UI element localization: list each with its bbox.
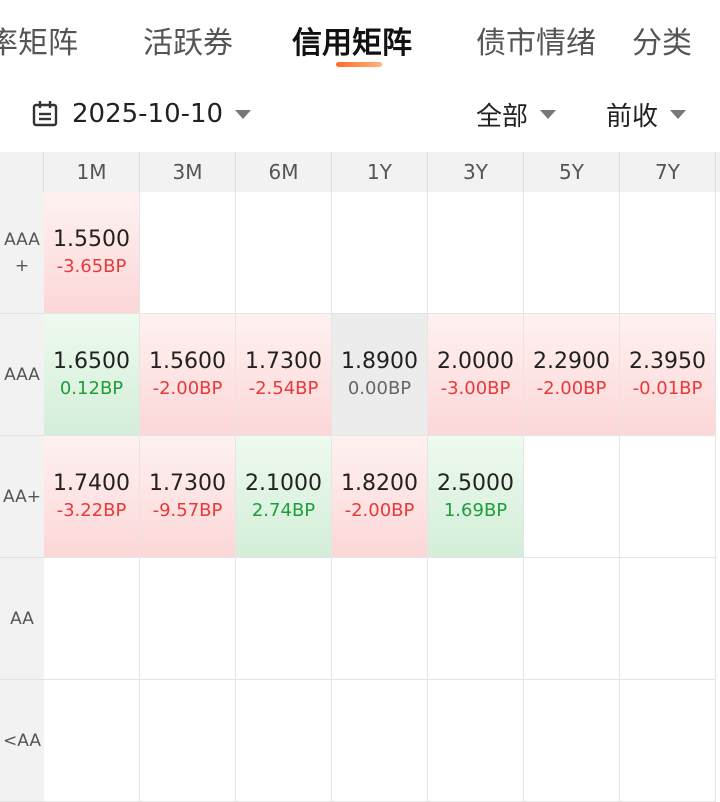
yield-change: 0.12BP: [59, 377, 124, 399]
yield-value: 1.7300: [149, 470, 226, 496]
yield-change: -3.65BP: [56, 255, 127, 277]
column-header-1y: 1Y: [332, 152, 428, 192]
matrix-cell[interactable]: 1.8200 -2.00BP: [332, 436, 428, 558]
column-header-3m: 3M: [140, 152, 236, 192]
matrix-cell[interactable]: 2.0000 -3.00BP: [428, 314, 524, 436]
yield-change: 1.69BP: [443, 499, 508, 521]
matrix-cell[interactable]: 2.3950 -0.01BP: [620, 314, 716, 436]
yield-value: 1.7300: [245, 348, 322, 374]
matrix-cell-empty: [140, 558, 236, 680]
compare-filter-label: 前收: [606, 101, 659, 132]
yield-change: 2.74BP: [251, 499, 316, 521]
matrix-cell-empty: [332, 680, 428, 802]
matrix-cell[interactable]: 2.1000 2.74BP: [236, 436, 332, 558]
matrix-cell-empty: [428, 192, 524, 314]
column-header-7y: 7Y: [620, 152, 716, 192]
matrix-cell-empty: [524, 436, 620, 558]
active-tab-indicator: [336, 62, 382, 67]
yield-change: -2.00BP: [344, 499, 415, 521]
calendar-icon: [30, 99, 60, 129]
compare-filter[interactable]: 前收: [606, 94, 687, 134]
matrix-cell-empty: [620, 192, 716, 314]
column-header-1m: 1M: [44, 152, 140, 192]
matrix-cell-empty: [620, 558, 716, 680]
yield-value: 1.5600: [149, 348, 226, 374]
matrix-cell-empty: [620, 436, 716, 558]
row-label: AAA: [0, 314, 44, 436]
matrix-cell[interactable]: 1.7400 -3.22BP: [44, 436, 140, 558]
matrix-cell-empty: [524, 680, 620, 802]
row-label: <AA: [0, 680, 44, 802]
matrix-cell-empty: [140, 680, 236, 802]
tab-bar: 率矩阵 活跃券 信用矩阵 债市情绪 分类: [0, 0, 720, 80]
yield-change: 0.00BP: [347, 377, 412, 399]
scope-filter[interactable]: 全部: [476, 94, 557, 134]
tab-rate-matrix[interactable]: 率矩阵: [0, 18, 78, 62]
yield-change: -3.22BP: [56, 499, 127, 521]
matrix-cell[interactable]: 1.8900 0.00BP: [332, 314, 428, 436]
toolbar: 2025-10-10 全部 前收: [0, 80, 720, 152]
tab-active-bonds[interactable]: 活跃券: [143, 18, 233, 62]
yield-value: 2.2900: [533, 348, 610, 374]
matrix-cell[interactable]: 2.2900 -2.00BP: [524, 314, 620, 436]
date-value: 2025-10-10: [72, 99, 224, 129]
matrix-cell[interactable]: 1.5500 -3.65BP: [44, 192, 140, 314]
scope-filter-label: 全部: [476, 101, 529, 132]
tab-credit-matrix[interactable]: 信用矩阵: [292, 18, 412, 62]
row-label: AA+: [0, 436, 44, 558]
yield-value: 2.1000: [245, 470, 322, 496]
yield-value: 2.5000: [437, 470, 514, 496]
matrix-cell[interactable]: 1.7300 -2.54BP: [236, 314, 332, 436]
matrix-header-row: 1M 3M 6M 1Y 3Y 5Y 7Y: [0, 152, 720, 192]
yield-value: 1.5500: [53, 226, 130, 252]
matrix-cell-empty: [620, 680, 716, 802]
matrix-cell-empty: [428, 558, 524, 680]
row-label: AA: [0, 558, 44, 680]
column-header-5y: 5Y: [524, 152, 620, 192]
matrix-cell-empty: [44, 558, 140, 680]
yield-change: -9.57BP: [152, 499, 223, 521]
matrix-cell[interactable]: 1.6500 0.12BP: [44, 314, 140, 436]
matrix-cell-empty: [236, 192, 332, 314]
yield-change: -0.01BP: [632, 377, 703, 399]
matrix-cell-empty: [428, 680, 524, 802]
column-header-6m: 6M: [236, 152, 332, 192]
yield-change: -3.00BP: [440, 377, 511, 399]
yield-change: -2.00BP: [536, 377, 607, 399]
yield-value: 1.8900: [341, 348, 418, 374]
chevron-down-icon: [670, 109, 687, 119]
matrix-cell-empty: [332, 558, 428, 680]
tab-category[interactable]: 分类: [632, 18, 692, 62]
matrix-corner: [0, 152, 44, 192]
chevron-down-icon: [235, 109, 252, 119]
yield-value: 1.7400: [53, 470, 130, 496]
yield-value: 2.0000: [437, 348, 514, 374]
chevron-down-icon: [540, 109, 557, 119]
tab-bond-sentiment[interactable]: 债市情绪: [476, 18, 596, 62]
matrix-cell-empty: [524, 192, 620, 314]
yield-change: -2.54BP: [248, 377, 319, 399]
row-label: AAA +: [0, 192, 44, 314]
matrix-cell[interactable]: 1.5600 -2.00BP: [140, 314, 236, 436]
yield-value: 2.3950: [629, 348, 706, 374]
matrix-cell[interactable]: 2.5000 1.69BP: [428, 436, 524, 558]
yield-value: 1.6500: [53, 348, 130, 374]
matrix-cell-empty: [236, 680, 332, 802]
yield-change: -2.00BP: [152, 377, 223, 399]
column-header-3y: 3Y: [428, 152, 524, 192]
matrix-cell-empty: [524, 558, 620, 680]
matrix-cell-empty: [140, 192, 236, 314]
matrix-cell-empty: [44, 680, 140, 802]
matrix-cell-empty: [332, 192, 428, 314]
matrix-cell-empty: [236, 558, 332, 680]
date-picker[interactable]: 2025-10-10: [30, 94, 252, 134]
matrix-cell[interactable]: 1.7300 -9.57BP: [140, 436, 236, 558]
yield-value: 1.8200: [341, 470, 418, 496]
